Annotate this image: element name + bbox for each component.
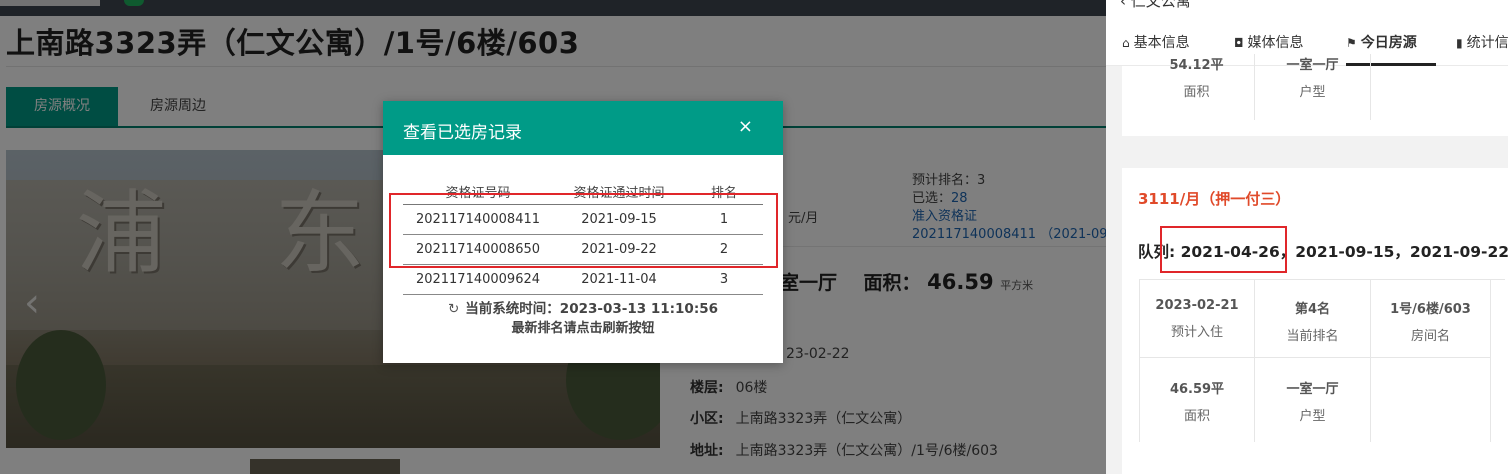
home-icon: ⌂ — [1122, 36, 1130, 50]
layout-cell: 一室一厅 户型 — [1255, 358, 1371, 442]
area-cell: 46.59平 面积 — [1139, 358, 1255, 442]
camera-icon: ◘ — [1234, 36, 1244, 50]
room-name-cell: 1号/6楼/603 房间名 — [1371, 280, 1491, 358]
move-in-cell: 2023-02-21 预计入住 — [1139, 280, 1255, 358]
system-time: ↻ 当前系统时间：2023-03-13 11:10:56 — [447, 301, 719, 317]
rent-price: 3111/月（押一付三） — [1138, 190, 1291, 208]
bar-chart-icon: ▮ — [1456, 36, 1463, 50]
details-grid: 2023-02-21 预计入住 第4名 当前排名 1号/6楼/603 房间名 4… — [1139, 279, 1505, 442]
listing-card: 54.12平 面积 一室一厅 户型 — [1122, 54, 1508, 136]
refresh-hint: 最新排名请点击刷新按钮 — [511, 321, 655, 336]
close-icon[interactable]: × — [738, 117, 753, 137]
refresh-icon[interactable]: ↻ — [448, 301, 459, 317]
table-row: 202117140009624 2021-11-04 3 — [403, 265, 763, 295]
current-rank-cell: 第4名 当前排名 — [1255, 280, 1371, 358]
modal-title: 查看已选房记录 — [403, 123, 522, 143]
back-link[interactable]: ‹ 仁文公寓 — [1120, 0, 1191, 11]
modal-header: 查看已选房记录 × — [383, 101, 783, 155]
empty-cell — [1371, 358, 1491, 442]
highlight-box — [1160, 226, 1287, 273]
flag-icon: ⚑ — [1346, 36, 1357, 50]
highlight-box — [389, 193, 778, 268]
listing-card: 3111/月（押一付三） 队列: 2021-04-26，2021-09-15，2… — [1122, 168, 1508, 474]
